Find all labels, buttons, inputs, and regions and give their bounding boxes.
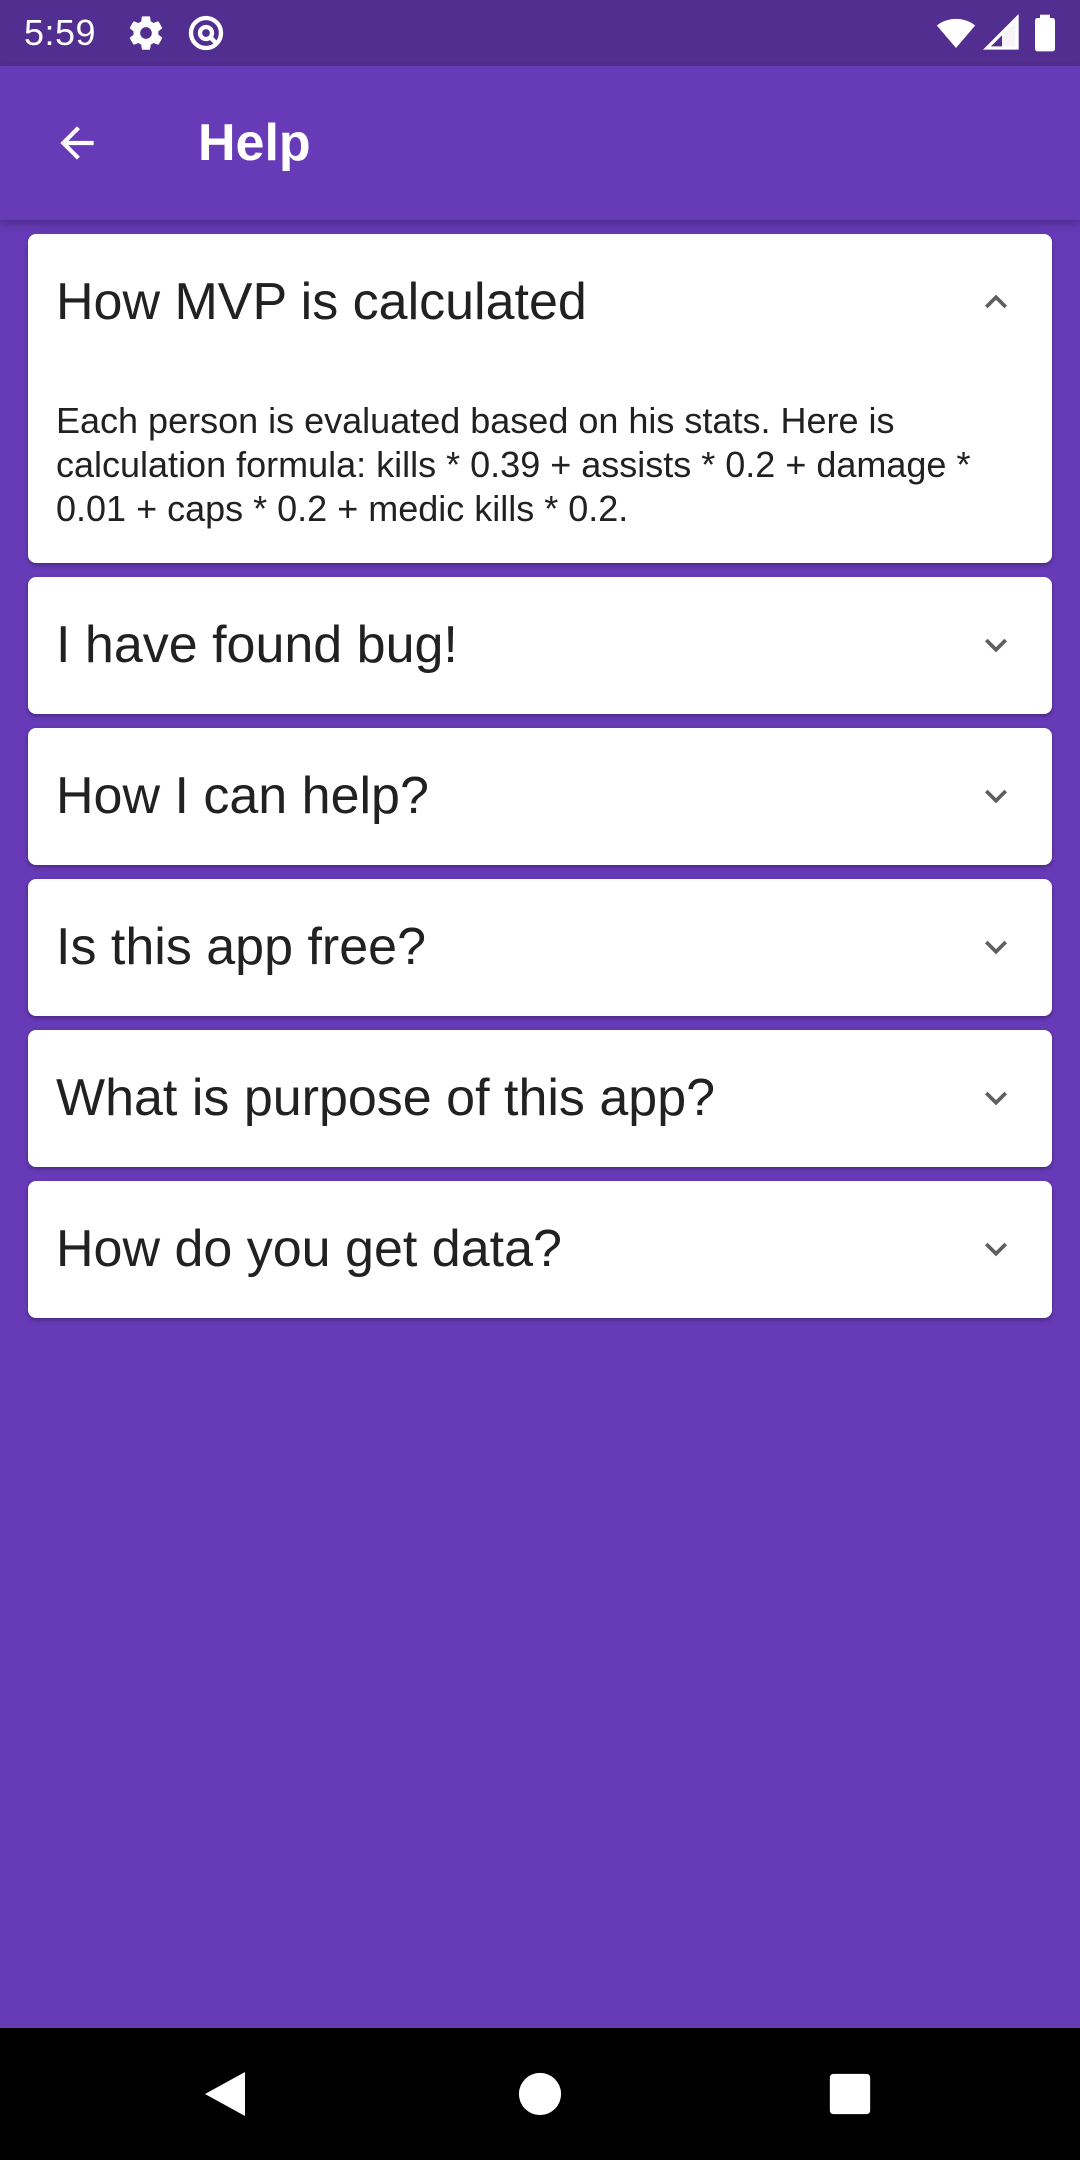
signal-icon (982, 13, 1022, 53)
navigation-bar (0, 2028, 1080, 2160)
faq-panel-bug: I have found bug! (28, 577, 1052, 714)
status-time: 5:59 (24, 12, 97, 53)
faq-header-free[interactable]: Is this app free? (28, 879, 1052, 1016)
back-triangle-icon[interactable] (195, 2064, 255, 2124)
faq-header-bug[interactable]: I have found bug! (28, 577, 1052, 714)
faq-header-mvp[interactable]: How MVP is calculated (28, 234, 1052, 371)
home-circle-icon[interactable] (510, 2064, 570, 2124)
chevron-down-icon[interactable] (974, 1227, 1018, 1271)
faq-question: How do you get data? (56, 1220, 562, 1278)
page-title: Help (198, 114, 311, 172)
app-bar: Help (0, 66, 1080, 220)
faq-question: Is this app free? (56, 918, 426, 976)
faq-panel-help: How I can help? (28, 728, 1052, 865)
faq-header-purpose[interactable]: What is purpose of this app? (28, 1030, 1052, 1167)
faq-question: What is purpose of this app? (56, 1069, 716, 1127)
faq-question: How MVP is calculated (56, 273, 587, 331)
faq-panel-free: Is this app free? (28, 879, 1052, 1016)
faq-panel-purpose: What is purpose of this app? (28, 1030, 1052, 1167)
arrow-left-icon (60, 126, 94, 160)
chevron-down-icon[interactable] (974, 925, 1018, 969)
faq-question: How I can help? (56, 767, 429, 825)
recents-square-icon[interactable] (820, 2064, 880, 2124)
chevron-up-icon[interactable] (974, 280, 1018, 324)
chevron-down-icon[interactable] (974, 623, 1018, 667)
faq-header-data[interactable]: How do you get data? (28, 1181, 1052, 1318)
faq-question: I have found bug! (56, 616, 458, 674)
chevron-down-icon[interactable] (974, 1076, 1018, 1120)
at-sign-icon (186, 13, 226, 53)
faq-panel-mvp: How MVP is calculated Each person is eva… (28, 234, 1052, 563)
faq-answer: Each person is evaluated based on his st… (56, 400, 971, 529)
faq-panel-data: How do you get data? (28, 1181, 1052, 1318)
faq-list: How MVP is calculated Each person is eva… (28, 234, 1052, 1332)
status-bar: 5:59 (0, 0, 1080, 66)
gear-icon (126, 13, 166, 53)
battery-icon (1030, 13, 1060, 53)
faq-header-help[interactable]: How I can help? (28, 728, 1052, 865)
back-button[interactable] (42, 108, 112, 178)
wifi-icon (936, 13, 976, 53)
chevron-down-icon[interactable] (974, 774, 1018, 818)
